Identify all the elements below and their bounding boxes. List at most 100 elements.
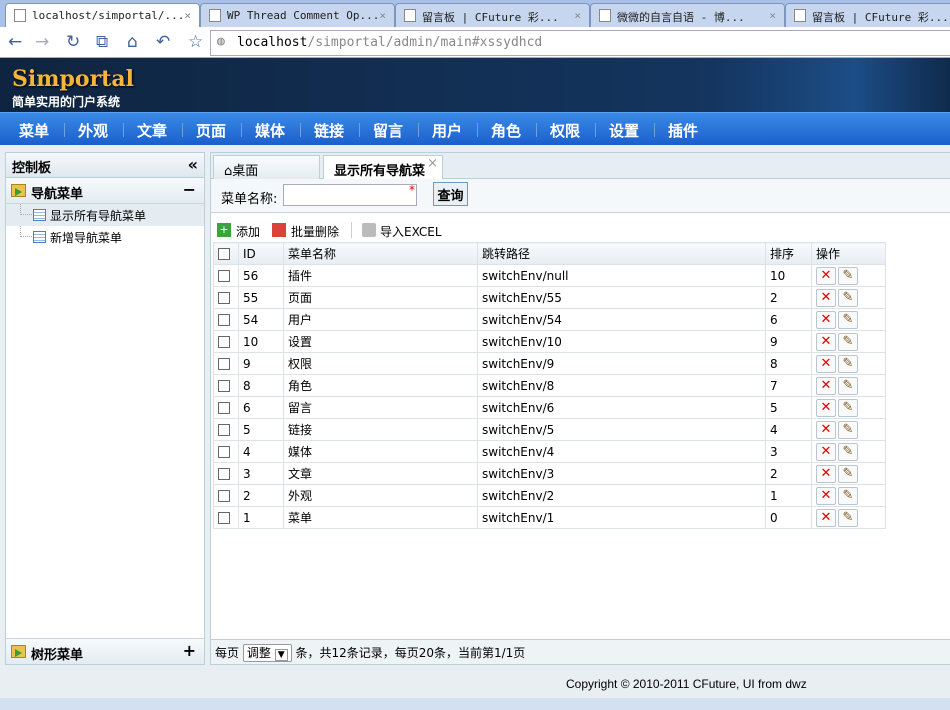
- import-excel-button[interactable]: 导入EXCEL: [380, 223, 442, 240]
- tree-item-show-all[interactable]: 显示所有导航菜单: [6, 204, 204, 226]
- edit-icon[interactable]: ✎: [838, 398, 858, 417]
- nav-item[interactable]: 菜单: [19, 120, 49, 141]
- delete-icon[interactable]: ✕: [816, 332, 836, 351]
- table-row[interactable]: 2 外观 switchEnv/2 1 ✕ ✎: [213, 484, 886, 507]
- plus-icon[interactable]: +: [183, 641, 196, 660]
- edit-icon[interactable]: ✎: [838, 288, 858, 307]
- table-row[interactable]: 55 页面 switchEnv/55 2 ✕ ✎: [213, 286, 886, 309]
- table-row[interactable]: 3 文章 switchEnv/3 2 ✕ ✎: [213, 462, 886, 485]
- close-icon[interactable]: ×: [769, 9, 776, 22]
- delete-icon[interactable]: ✕: [816, 486, 836, 505]
- nav-item[interactable]: 插件: [668, 120, 698, 141]
- nav-item[interactable]: 用户: [432, 120, 462, 141]
- delete-icon[interactable]: ✕: [816, 310, 836, 329]
- page-icon: [599, 9, 611, 22]
- row-checkbox[interactable]: [218, 336, 230, 348]
- row-checkbox[interactable]: [218, 512, 230, 524]
- row-checkbox[interactable]: [218, 314, 230, 326]
- table-row[interactable]: 5 链接 switchEnv/5 4 ✕ ✎: [213, 418, 886, 441]
- row-checkbox[interactable]: [218, 424, 230, 436]
- add-icon: +: [217, 223, 231, 237]
- nav-item[interactable]: 角色: [491, 120, 521, 141]
- edit-icon[interactable]: ✎: [838, 464, 858, 483]
- edit-icon[interactable]: ✎: [838, 376, 858, 395]
- nav-item[interactable]: 留言: [373, 120, 403, 141]
- browser-tab[interactable]: 微微的自言自语 - 博... ×: [590, 3, 785, 27]
- edit-icon[interactable]: ✎: [838, 310, 858, 329]
- delete-icon[interactable]: ✕: [816, 288, 836, 307]
- nav-item[interactable]: 页面: [196, 120, 226, 141]
- edit-icon[interactable]: ✎: [838, 442, 858, 461]
- nav-item[interactable]: 媒体: [255, 120, 285, 141]
- close-icon[interactable]: ×: [379, 9, 386, 22]
- delete-icon[interactable]: ✕: [816, 376, 836, 395]
- table-row[interactable]: 54 用户 switchEnv/54 6 ✕ ✎: [213, 308, 886, 331]
- tree-item-add[interactable]: 新增导航菜单: [6, 226, 204, 248]
- tab-desktop[interactable]: ⌂桌面: [213, 155, 320, 179]
- forward-icon[interactable]: →: [35, 32, 49, 52]
- delete-icon[interactable]: ✕: [816, 442, 836, 461]
- add-button[interactable]: 添加: [236, 223, 260, 240]
- browser-tab[interactable]: localhost/simportal/... ×: [5, 3, 200, 27]
- bookmark-manager-icon[interactable]: ⧉: [96, 32, 108, 52]
- accordion-nav-menu[interactable]: 导航菜单 −: [6, 178, 204, 204]
- edit-icon[interactable]: ✎: [838, 508, 858, 527]
- edit-icon[interactable]: ✎: [838, 486, 858, 505]
- table-row[interactable]: 9 权限 switchEnv/9 8 ✕ ✎: [213, 352, 886, 375]
- close-icon[interactable]: ×: [427, 156, 438, 171]
- browser-tab[interactable]: WP Thread Comment Op... ×: [200, 3, 395, 27]
- edit-icon[interactable]: ✎: [838, 354, 858, 373]
- row-checkbox[interactable]: [218, 490, 230, 502]
- nav-item[interactable]: 外观: [78, 120, 108, 141]
- home-icon[interactable]: ⌂: [127, 32, 138, 52]
- nav-item[interactable]: 权限: [550, 120, 580, 141]
- nav-item[interactable]: 文章: [137, 120, 167, 141]
- batch-delete-button[interactable]: 批量删除: [291, 223, 339, 240]
- star-icon[interactable]: ☆: [188, 32, 203, 52]
- address-bar[interactable]: ◍ localhost/simportal/admin/main#xssydhcd: [210, 30, 950, 56]
- back-icon[interactable]: ←: [8, 32, 22, 52]
- row-checkbox[interactable]: [218, 358, 230, 370]
- minus-icon[interactable]: −: [183, 180, 196, 199]
- table-row[interactable]: 10 设置 switchEnv/10 9 ✕ ✎: [213, 330, 886, 353]
- nav-item[interactable]: 设置: [609, 120, 639, 141]
- import-icon: [362, 223, 376, 237]
- delete-icon[interactable]: ✕: [816, 508, 836, 527]
- browser-tab[interactable]: 留言板 | CFuture 彩...×: [785, 3, 950, 27]
- row-checkbox[interactable]: [218, 402, 230, 414]
- collapse-icon[interactable]: «: [188, 155, 198, 174]
- table-row[interactable]: 56 插件 switchEnv/null 10 ✕ ✎: [213, 264, 886, 287]
- row-checkbox[interactable]: [218, 270, 230, 282]
- list-icon: [33, 231, 46, 243]
- page-size-select[interactable]: 调整 ▼: [242, 644, 292, 662]
- edit-icon[interactable]: ✎: [838, 420, 858, 439]
- table-row[interactable]: 1 菜单 switchEnv/1 0 ✕ ✎: [213, 506, 886, 529]
- undo-icon[interactable]: ↶: [156, 32, 170, 52]
- row-checkbox[interactable]: [218, 292, 230, 304]
- close-icon[interactable]: ×: [184, 9, 191, 22]
- grid-toolbar: + 添加 批量删除 导入EXCEL: [211, 220, 950, 242]
- delete-icon[interactable]: ✕: [816, 398, 836, 417]
- delete-icon[interactable]: ✕: [816, 354, 836, 373]
- menu-name-input[interactable]: [283, 184, 417, 206]
- table-row[interactable]: 6 留言 switchEnv/6 5 ✕ ✎: [213, 396, 886, 419]
- tab-show-all-nav[interactable]: 显示所有导航菜 ×: [323, 155, 443, 180]
- reload-icon[interactable]: ↻: [66, 32, 80, 52]
- row-checkbox[interactable]: [218, 468, 230, 480]
- nav-item[interactable]: 链接: [314, 120, 344, 141]
- close-icon[interactable]: ×: [574, 9, 581, 22]
- browser-tab[interactable]: 留言板 | CFuture 彩...×: [395, 3, 590, 27]
- delete-icon[interactable]: ✕: [816, 266, 836, 285]
- table-row[interactable]: 8 角色 switchEnv/8 7 ✕ ✎: [213, 374, 886, 397]
- table-row[interactable]: 4 媒体 switchEnv/4 3 ✕ ✎: [213, 440, 886, 463]
- delete-icon[interactable]: ✕: [816, 464, 836, 483]
- row-checkbox[interactable]: [218, 446, 230, 458]
- select-all-checkbox[interactable]: [218, 248, 230, 260]
- edit-icon[interactable]: ✎: [838, 266, 858, 285]
- edit-icon[interactable]: ✎: [838, 332, 858, 351]
- accordion-tree-menu[interactable]: 树形菜单 +: [6, 638, 204, 664]
- search-button[interactable]: 查询: [433, 182, 468, 206]
- logo: Simportal: [12, 66, 134, 92]
- row-checkbox[interactable]: [218, 380, 230, 392]
- delete-icon[interactable]: ✕: [816, 420, 836, 439]
